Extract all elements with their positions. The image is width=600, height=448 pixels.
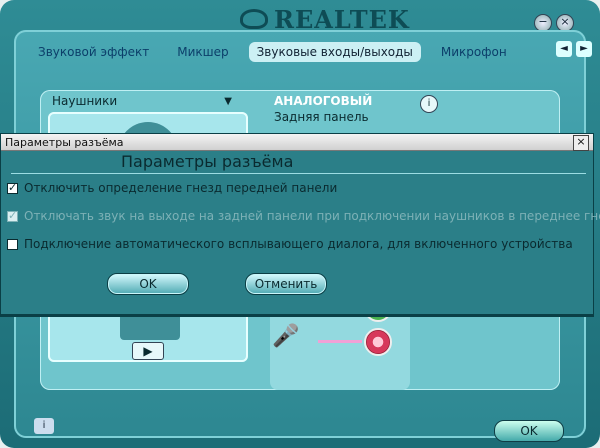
tab-microphone[interactable]: Микрофон	[433, 42, 515, 62]
dialog-close-button[interactable]: ×	[573, 135, 589, 151]
option-disable-front-panel-detection[interactable]: Отключить определение гнезд передней пан…	[7, 181, 337, 195]
dialog-cancel-button[interactable]: Отменить	[245, 273, 327, 295]
tab-sound-effect[interactable]: Звуковой эффект	[30, 42, 157, 62]
connection-arrow	[318, 340, 362, 343]
tab-audio-io[interactable]: Звуковые входы/выходы	[248, 42, 421, 62]
connector-settings-dialog: Параметры разъёма × Параметры разъёма От…	[0, 133, 600, 315]
realtek-crab-icon	[240, 9, 268, 29]
dialog-headline: Параметры разъёма	[121, 152, 294, 171]
checkbox	[7, 209, 18, 222]
tab-nav: ◄ ►	[556, 41, 592, 57]
analog-title: АНАЛОГОВЫЙ	[274, 94, 373, 108]
info-icon[interactable]: i	[420, 95, 438, 113]
option-label: Подключение автоматического всплывающего…	[24, 237, 573, 251]
dialog-divider	[11, 173, 586, 174]
checkbox[interactable]	[7, 181, 18, 194]
microphone-icon: 🎤	[272, 324, 300, 349]
bottom-info-icon[interactable]: i	[34, 418, 54, 434]
option-label: Отключать звук на выходе на задней панел…	[24, 209, 600, 223]
chevron-down-icon: ▼	[224, 95, 232, 107]
device-dropdown[interactable]: Наушники ▼	[52, 92, 232, 110]
pink-jack-icon[interactable]	[364, 328, 392, 356]
device-dropdown-value: Наушники	[52, 94, 118, 108]
back-panel-label: Задняя панель	[274, 110, 369, 124]
play-button[interactable]: ▶	[132, 342, 164, 360]
tab-right-arrow-icon[interactable]: ►	[576, 41, 592, 57]
dialog-title: Параметры разъёма	[5, 136, 124, 149]
main-ok-button[interactable]: OK	[494, 420, 564, 442]
checkbox[interactable]	[7, 238, 18, 250]
dialog-titlebar: Параметры разъёма ×	[1, 134, 593, 151]
dialog-ok-button[interactable]: OK	[107, 273, 189, 295]
realtek-logo: REALTEK	[240, 5, 410, 34]
option-auto-popup[interactable]: Подключение автоматического всплывающего…	[7, 237, 573, 251]
tab-left-arrow-icon[interactable]: ◄	[556, 41, 572, 57]
tab-bar: Звуковой эффект Микшер Звуковые входы/вы…	[30, 40, 570, 64]
option-label: Отключить определение гнезд передней пан…	[24, 181, 338, 195]
tab-mixer[interactable]: Микшер	[169, 42, 236, 62]
option-mute-rear-output: Отключать звук на выходе на задней панел…	[7, 209, 600, 223]
